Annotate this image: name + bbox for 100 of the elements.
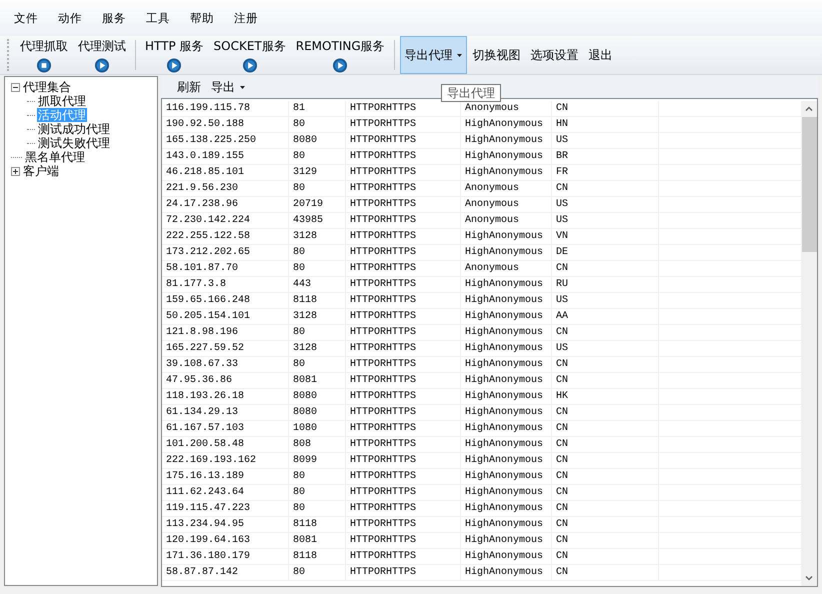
play-icon xyxy=(242,58,258,73)
table-cell: 80 xyxy=(289,565,346,580)
table-cell: HighAnonymous xyxy=(461,405,552,420)
table-cell: US xyxy=(552,197,659,212)
table-cell: 20719 xyxy=(289,197,346,212)
table-cell: HighAnonymous xyxy=(461,373,552,388)
scroll-down-icon[interactable] xyxy=(805,576,813,581)
table-cell: 80 xyxy=(289,245,346,260)
table-cell: AA xyxy=(552,309,659,324)
table-cell: 80 xyxy=(289,117,346,132)
table-cell: 39.108.67.33 xyxy=(162,357,289,372)
table-cell: CN xyxy=(552,517,659,532)
table-cell: 61.167.57.103 xyxy=(162,421,289,436)
toolbar-button[interactable]: SOCKET服务 xyxy=(210,36,290,74)
menu-item[interactable]: 动作 xyxy=(50,10,90,26)
table-cell: HighAnonymous xyxy=(461,421,552,436)
table-cell: HTTPORHTTPS xyxy=(346,229,461,244)
table-cell: 143.0.189.155 xyxy=(162,149,289,164)
menu-item[interactable]: 服务 xyxy=(94,10,134,26)
table-cell: 81 xyxy=(289,101,346,116)
table-cell: 8081 xyxy=(289,373,346,388)
table-cell: HTTPORHTTPS xyxy=(346,117,461,132)
table-cell: HighAnonymous xyxy=(461,277,552,292)
export-dropdown-button[interactable]: 导出代理 xyxy=(400,36,467,74)
table-cell: 3128 xyxy=(289,341,346,356)
table-cell: HighAnonymous xyxy=(461,325,552,340)
table-cell: 171.36.180.179 xyxy=(162,549,289,564)
table-cell: HighAnonymous xyxy=(461,117,552,132)
table-cell: US xyxy=(552,341,659,356)
table-cell: 24.17.238.96 xyxy=(162,197,289,212)
toolbar-button[interactable]: 代理抓取 xyxy=(16,36,72,74)
tree-item[interactable]: 黑名单代理 xyxy=(24,150,86,164)
table-cell: CN xyxy=(552,405,659,420)
table-cell: CN xyxy=(552,373,659,388)
scrollbar[interactable] xyxy=(801,101,817,586)
table-cell: 222.255.122.58 xyxy=(162,229,289,244)
table-cell: HTTPORHTTPS xyxy=(346,437,461,452)
menu-item[interactable]: 工具 xyxy=(138,10,178,26)
table-cell: 61.134.29.13 xyxy=(162,405,289,420)
table-cell: HTTPORHTTPS xyxy=(346,389,461,404)
table-cell: FR xyxy=(552,165,659,180)
menu-item[interactable]: 文件 xyxy=(6,10,46,26)
expand-icon[interactable] xyxy=(11,166,20,176)
table-cell: HighAnonymous xyxy=(461,437,552,452)
tree-item[interactable]: 测试失败代理 xyxy=(37,136,111,150)
table-cell: 3128 xyxy=(289,229,346,244)
table-cell: CN xyxy=(552,421,659,436)
table-cell: CN xyxy=(552,325,659,340)
table-cell: HighAnonymous xyxy=(461,309,552,324)
table-cell: 808 xyxy=(289,437,346,452)
menu-item[interactable]: 帮助 xyxy=(182,10,222,26)
table-cell: HighAnonymous xyxy=(461,517,552,532)
table-cell: HK xyxy=(552,389,659,404)
table-cell: HTTPORHTTPS xyxy=(346,565,461,580)
table-cell: CN xyxy=(552,565,659,580)
table-cell: 221.9.56.230 xyxy=(162,181,289,196)
table-cell: 50.205.154.101 xyxy=(162,309,289,324)
table-cell: HighAnonymous xyxy=(461,453,552,468)
toolbar-button[interactable]: HTTP 服务 xyxy=(141,36,208,74)
table-cell: HTTPORHTTPS xyxy=(346,293,461,308)
refresh-button[interactable]: 刷新 xyxy=(172,78,206,96)
table-cell: 120.199.64.163 xyxy=(162,533,289,548)
table-cell: 43985 xyxy=(289,213,346,228)
table-cell: HighAnonymous xyxy=(461,165,552,180)
tree-item[interactable]: 客户端 xyxy=(22,164,60,178)
table-cell: 159.65.166.248 xyxy=(162,293,289,308)
table-cell: HTTPORHTTPS xyxy=(346,277,461,292)
table-cell: HighAnonymous xyxy=(461,293,552,308)
table-cell: HighAnonymous xyxy=(461,229,552,244)
table-cell: HighAnonymous xyxy=(461,549,552,564)
tree-item[interactable]: 测试成功代理 xyxy=(37,122,111,136)
table-cell: Anonymous xyxy=(461,213,552,228)
table-cell: 80 xyxy=(289,485,346,500)
collapse-icon[interactable] xyxy=(11,82,20,92)
table-cell: HTTPORHTTPS xyxy=(346,181,461,196)
table-cell: Anonymous xyxy=(461,197,552,212)
table-cell: CN xyxy=(552,533,659,548)
table-cell: 58.101.87.70 xyxy=(162,261,289,276)
toolbar-button[interactable]: 选项设置 xyxy=(526,36,583,74)
table-cell: Anonymous xyxy=(461,181,552,196)
toolbar-button[interactable]: 代理测试 xyxy=(74,36,130,74)
table-cell: CN xyxy=(552,485,659,500)
table-cell: 80 xyxy=(289,469,346,484)
toolbar-button[interactable]: REMOTING服务 xyxy=(292,36,389,74)
scroll-up-icon[interactable] xyxy=(805,106,813,111)
table-cell: 118.193.26.18 xyxy=(162,389,289,404)
table-cell: 81.177.3.8 xyxy=(162,277,289,292)
toolbar-button[interactable]: 切换视图 xyxy=(468,36,525,74)
table-cell: HTTPORHTTPS xyxy=(346,405,461,420)
table-cell: HTTPORHTTPS xyxy=(346,357,461,372)
toolbar-button[interactable]: 退出 xyxy=(584,36,617,74)
tree-item[interactable]: 抓取代理 xyxy=(37,94,87,108)
table-cell: HighAnonymous xyxy=(461,133,552,148)
table-cell: CN xyxy=(552,469,659,484)
menu-item[interactable]: 注册 xyxy=(226,10,266,26)
table-cell: 8080 xyxy=(289,133,346,148)
table-cell: HTTPORHTTPS xyxy=(346,453,461,468)
export-dropdown-button[interactable]: 导出 xyxy=(206,78,250,96)
table-cell: 58.87.87.142 xyxy=(162,565,289,580)
tree-item[interactable]: 代理集合 xyxy=(22,80,72,94)
